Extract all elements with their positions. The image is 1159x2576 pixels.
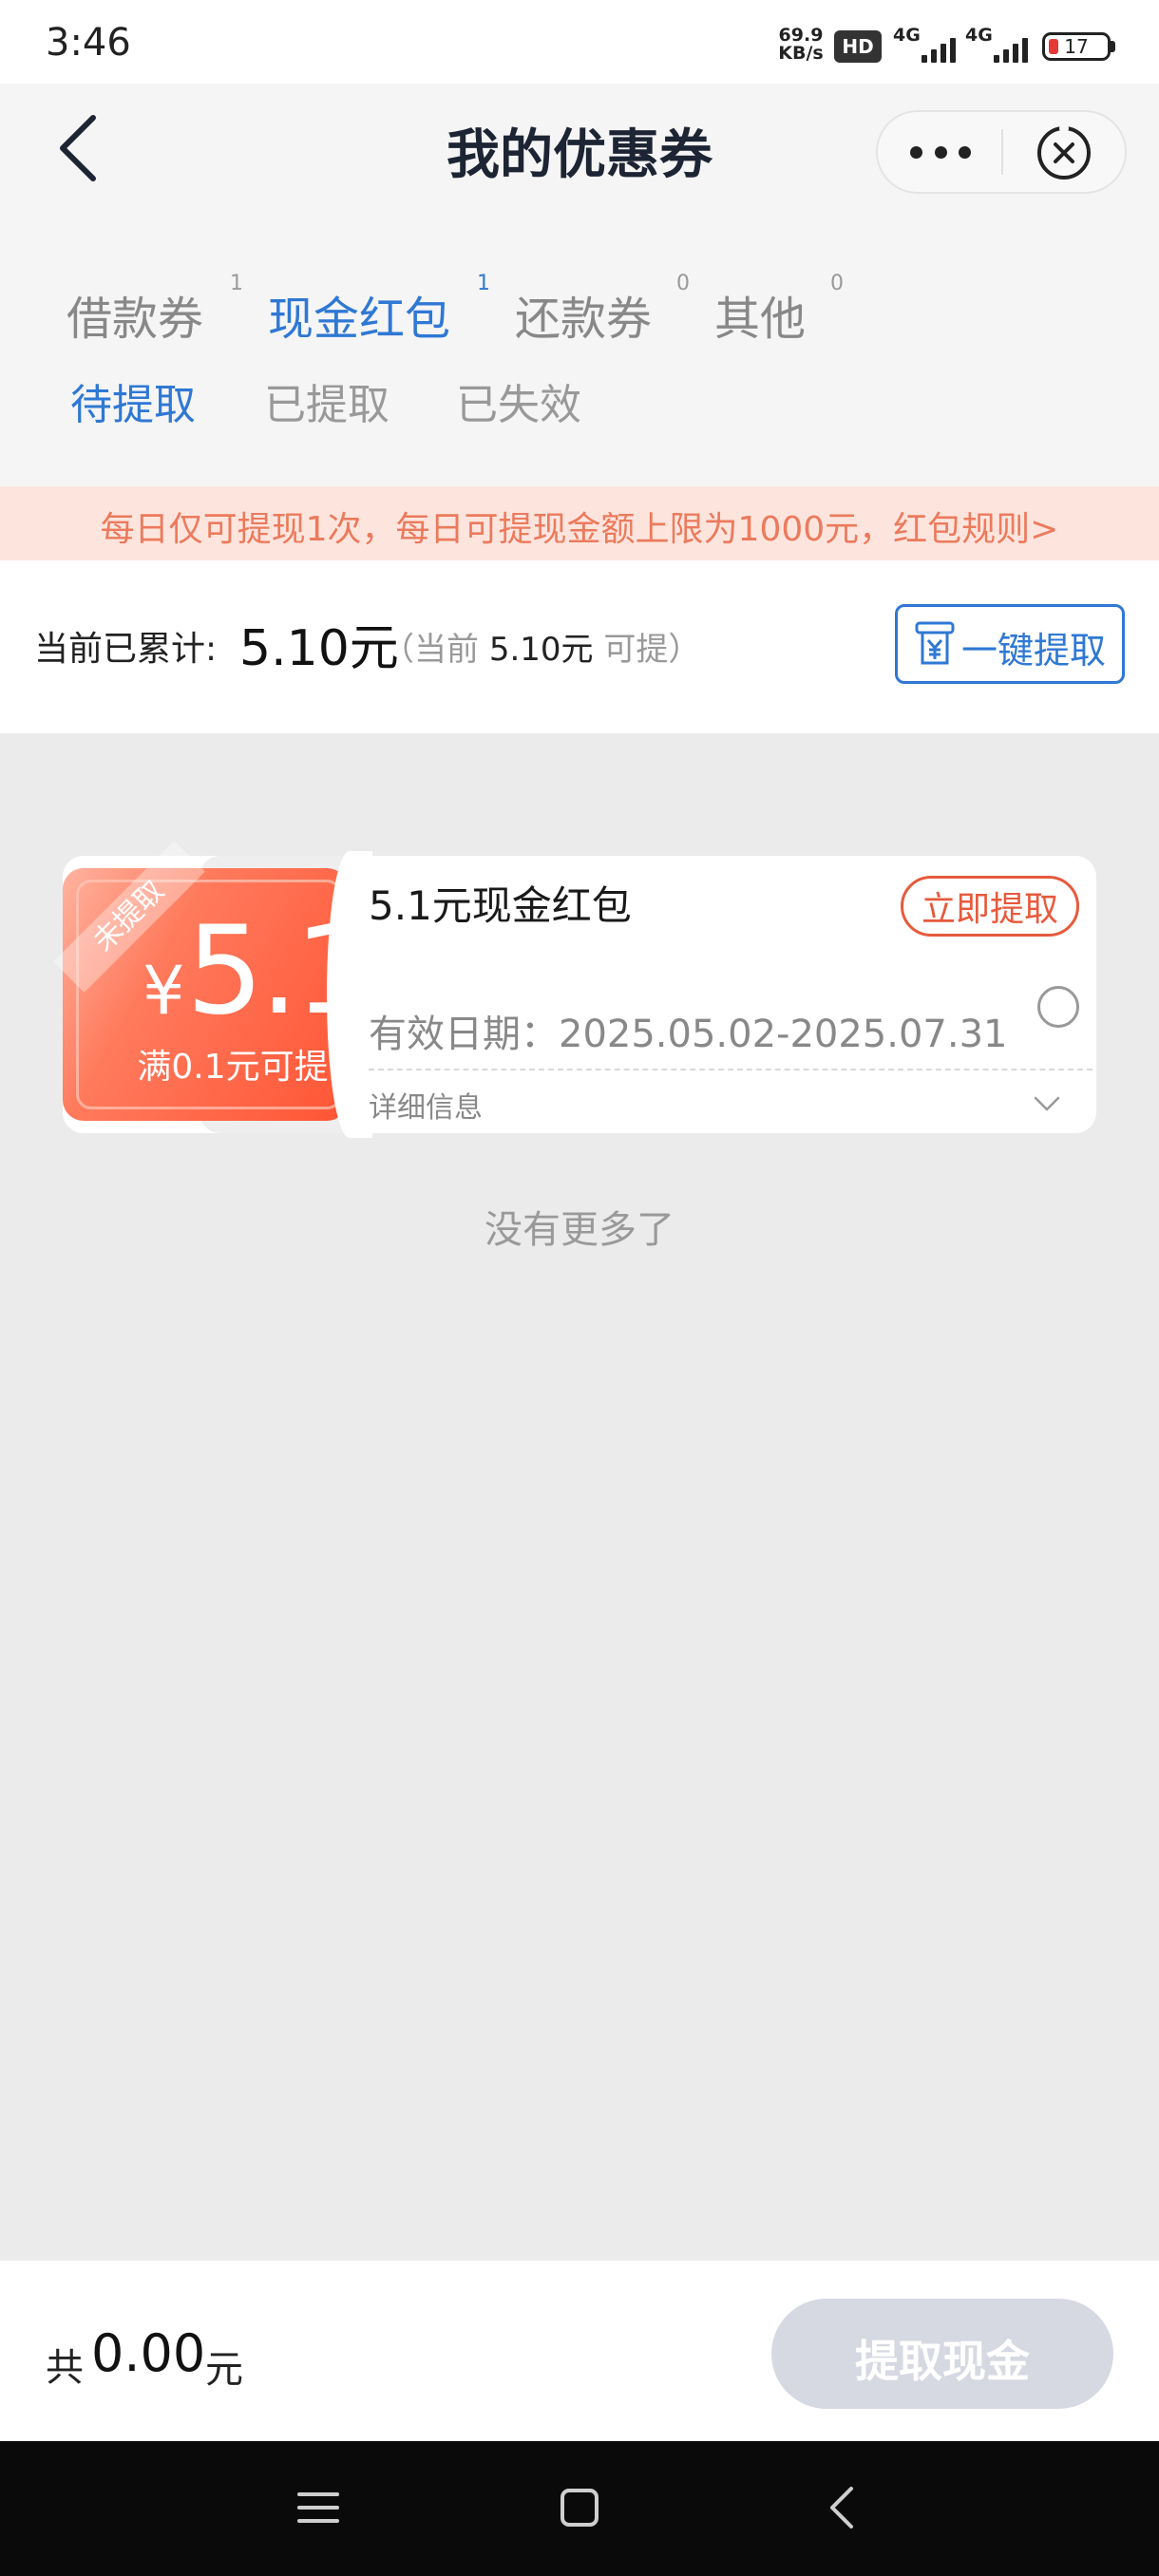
close-circle-icon[interactable] (1036, 124, 1092, 181)
summary-note-amount: 5.10元 (488, 631, 594, 669)
net-speed: 69.9 KB/s (774, 27, 827, 63)
subtab-pending[interactable]: 待提取 (70, 370, 196, 431)
tab-repay-coupon-count: 0 (676, 272, 690, 295)
total-prefix: 共 (46, 2346, 84, 2390)
signal-2-icon (994, 34, 1028, 63)
network-2: 4G (965, 25, 993, 46)
coupon-divider (369, 1069, 1092, 1070)
list-end-text: 没有更多了 (484, 1208, 674, 1252)
subtab-expired[interactable]: 已失效 (456, 370, 581, 431)
battery-tip (1111, 41, 1115, 52)
network-2-label: 4G (965, 25, 993, 46)
claim-now-label: 立即提取 (921, 890, 1058, 929)
summary-label: 当前已累计: (34, 630, 218, 669)
coupon-select-radio[interactable] (1037, 986, 1079, 1028)
network-1-label: 4G (893, 25, 921, 46)
summary-note: （当前 5.10元 可提） (382, 623, 700, 670)
tab-loan-coupon-count: 1 (230, 272, 243, 295)
total-amount: 0.00 (91, 2323, 206, 2383)
page-title: 我的优惠券 (446, 124, 712, 186)
summary-note-suffix: 可提） (603, 631, 701, 669)
net-speed-unit: KB/s (778, 43, 824, 64)
signal-1-icon (922, 34, 956, 63)
coupon-validity: 有效日期：2025.05.02-2025.07.31 (369, 1013, 1008, 1056)
hd-badge: HD (834, 30, 882, 63)
coupon-title: 5.1元现金红包 (369, 882, 632, 929)
tab-cash-red-packet[interactable]: 现金红包 (268, 281, 450, 348)
home-square-icon[interactable] (559, 2485, 600, 2530)
withdraw-all-label: 一键提取 (961, 630, 1107, 672)
back-triangle-icon[interactable] (825, 2483, 857, 2532)
coupon-details-toggle[interactable]: 详细信息 (369, 1084, 483, 1126)
tab-repay-coupon[interactable]: 还款券 (515, 281, 652, 348)
coupon-condition: 满0.1元可提 (137, 1048, 329, 1087)
menu-icon[interactable] (296, 2489, 340, 2527)
notice-rules-link[interactable]: 每日仅可提现1次，每日可提现金额上限为1000元，红包规则> (0, 502, 1159, 551)
tab-other-count: 0 (830, 272, 844, 295)
summary-amount: 5.10元 (239, 620, 399, 677)
total-unit: 元 (205, 2348, 243, 2392)
chevron-down-icon[interactable] (1030, 1092, 1064, 1115)
chevron-left-icon[interactable] (51, 112, 108, 184)
withdraw-cash-label: 提取现金 (855, 2336, 1030, 2387)
tab-other[interactable]: 其他 (714, 281, 806, 348)
coupon-amount: 5.1 (186, 900, 372, 1042)
tab-cash-red-packet-count: 1 (477, 272, 490, 295)
capsule-divider (1001, 129, 1003, 175)
battery-icon: 17 (1042, 32, 1111, 61)
subtab-withdrawn[interactable]: 已提取 (264, 370, 390, 431)
yen-receipt-icon (915, 621, 955, 665)
status-time: 3:46 (46, 21, 131, 65)
more-dots-icon[interactable] (910, 142, 971, 161)
tab-loan-coupon[interactable]: 借款券 (66, 281, 203, 348)
battery-level: 17 (1064, 35, 1089, 58)
network-1: 4G (893, 25, 921, 46)
currency-symbol: ¥ (142, 952, 185, 1030)
summary-note-prefix: （当前 (382, 631, 479, 669)
